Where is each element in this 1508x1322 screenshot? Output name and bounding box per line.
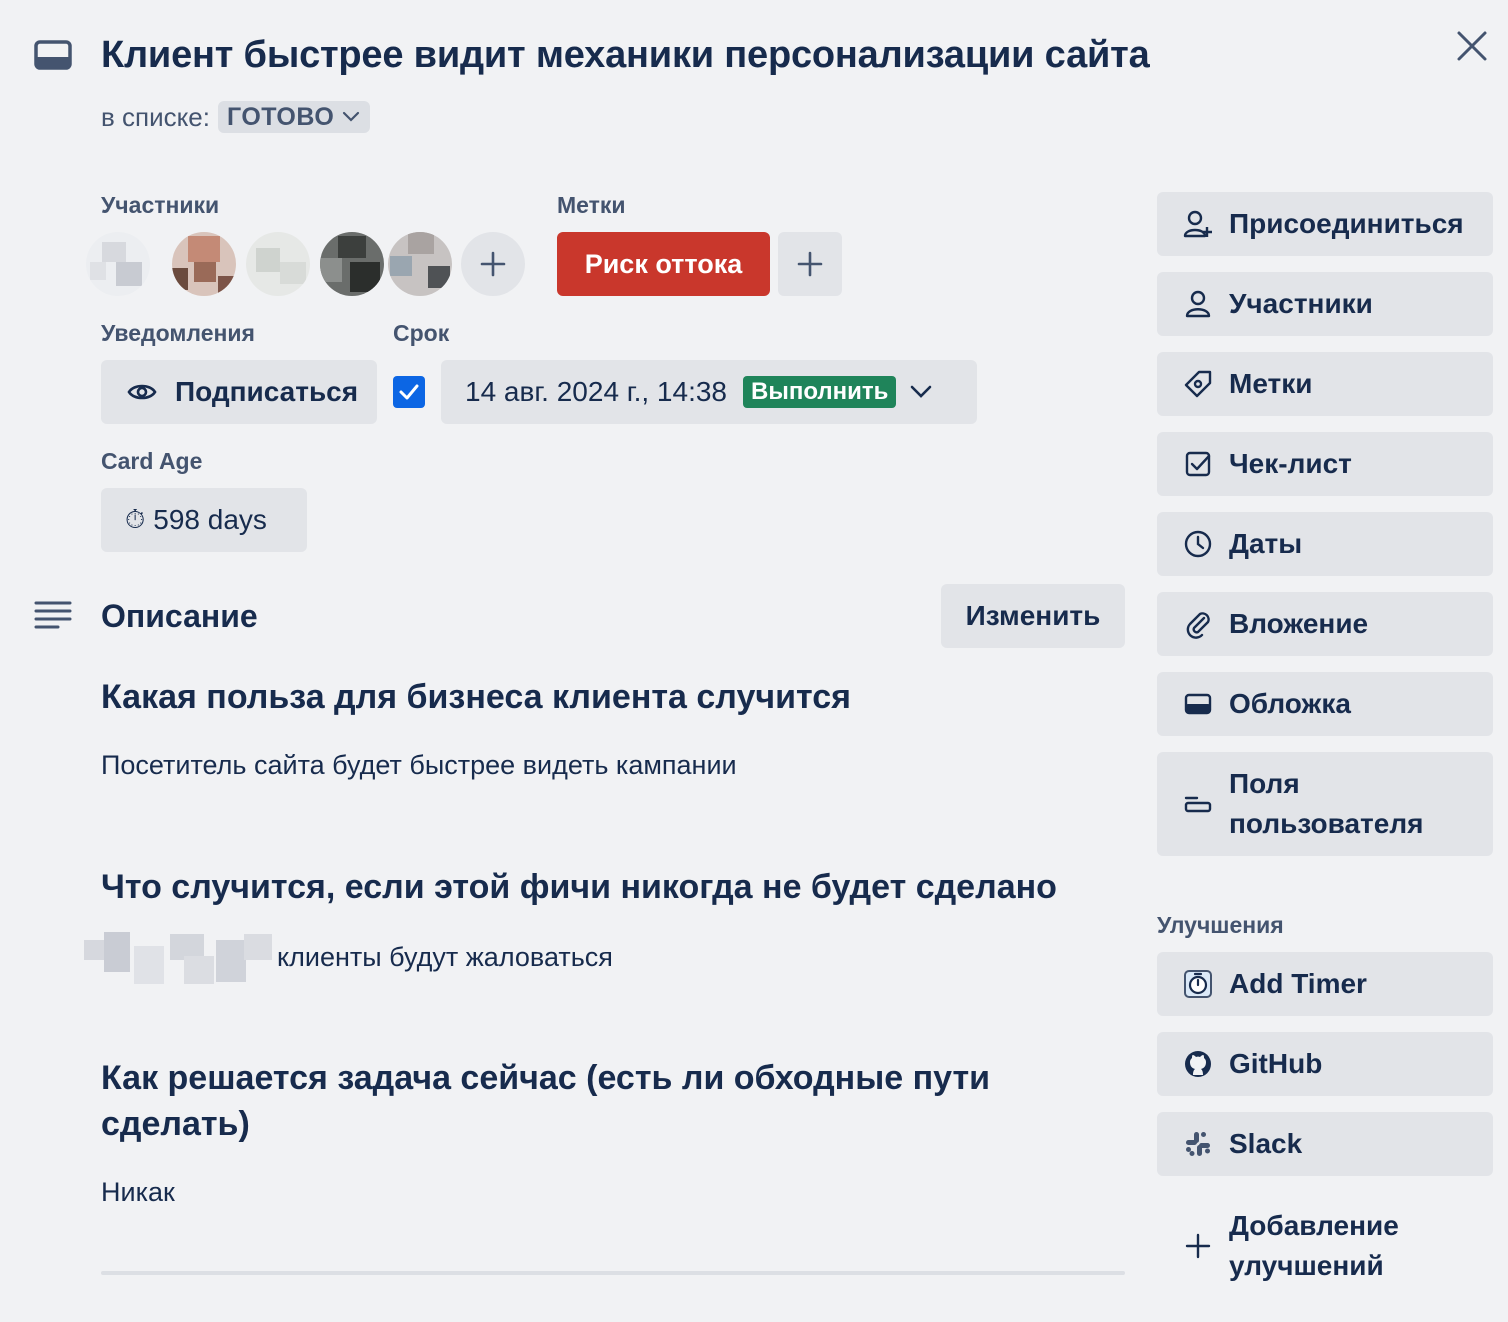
close-icon: [1457, 31, 1487, 61]
avatar[interactable]: [388, 232, 452, 296]
plus-icon: [797, 251, 823, 277]
check-icon: [399, 384, 419, 400]
person-icon: [1183, 289, 1213, 319]
cover-icon: [1183, 689, 1213, 719]
labels-label: Метки: [557, 192, 626, 218]
chevron-down-icon: [343, 111, 360, 122]
description-heading: Что случится, если этой фичи никогда не …: [101, 868, 1057, 906]
slack-button[interactable]: Slack: [1157, 1112, 1493, 1176]
card-age-value: 598 days: [153, 504, 267, 535]
edit-description-button[interactable]: Изменить: [941, 584, 1125, 648]
timer-icon: [1183, 969, 1213, 999]
description-heading: Какая польза для бизнеса клиента случитс…: [101, 678, 851, 716]
clock-icon: [1183, 529, 1213, 559]
add-label-button[interactable]: [778, 232, 842, 296]
stopwatch-icon: ⏱: [125, 504, 146, 534]
github-icon: [1183, 1049, 1213, 1079]
avatar[interactable]: [172, 232, 236, 296]
powerups-label: Улучшения: [1157, 912, 1284, 938]
watch-button[interactable]: Подписаться: [101, 360, 377, 424]
custom-fields-button[interactable]: Поля пользователя: [1157, 752, 1493, 856]
github-label: GitHub: [1229, 1048, 1323, 1079]
slack-icon: [1183, 1129, 1213, 1159]
add-powerups-button[interactable]: Добавление улучшений: [1157, 1204, 1493, 1288]
custom-fields-icon: [1183, 789, 1213, 819]
card-age-badge[interactable]: ⏱ 598 days: [101, 488, 307, 552]
list-prefix: в списке:: [101, 101, 210, 132]
checklist-button-label: Чек-лист: [1229, 448, 1352, 479]
github-button[interactable]: GitHub: [1157, 1032, 1493, 1096]
list-selector[interactable]: ГОТОВО: [218, 101, 371, 133]
labels-button[interactable]: Метки: [1157, 352, 1493, 416]
join-button[interactable]: Присоединиться: [1157, 192, 1493, 256]
add-person-icon: [1183, 209, 1213, 239]
chevron-down-icon: [911, 385, 932, 398]
cover-button[interactable]: Обложка: [1157, 672, 1493, 736]
close-button[interactable]: [1448, 22, 1496, 70]
plus-icon: [480, 251, 506, 277]
join-label: Присоединиться: [1229, 208, 1464, 239]
card-title: Клиент быстрее видит механики персонализ…: [101, 34, 1150, 76]
description-paragraph: Посетитель сайта будет быстрее видеть ка…: [101, 750, 737, 780]
card-icon: [34, 40, 72, 72]
card-age-label: Card Age: [101, 448, 203, 474]
due-complete-checkbox[interactable]: [393, 376, 425, 408]
description-title: Описание: [101, 598, 258, 634]
checklist-button[interactable]: Чек-лист: [1157, 432, 1493, 496]
due-date-button[interactable]: 14 авг. 2024 г., 14:38 Выполнить: [441, 360, 977, 424]
checklist-icon: [1183, 449, 1213, 479]
due-label: Срок: [393, 320, 450, 346]
add-timer-label: Add Timer: [1229, 968, 1367, 999]
list-info: в списке: ГОТОВО: [101, 101, 371, 133]
avatar[interactable]: [86, 232, 150, 296]
redacted-text: [84, 930, 274, 986]
watch-label: Подписаться: [175, 376, 359, 407]
add-member-button[interactable]: [461, 232, 525, 296]
members-button[interactable]: Участники: [1157, 272, 1493, 336]
attachment-button[interactable]: Вложение: [1157, 592, 1493, 656]
description-paragraph: клиенты будут жаловаться: [277, 942, 613, 972]
due-status-badge: Выполнить: [743, 376, 897, 408]
slack-label: Slack: [1229, 1128, 1303, 1159]
dates-button[interactable]: Даты: [1157, 512, 1493, 576]
members-label: Участники: [101, 192, 220, 218]
notifications-label: Уведомления: [101, 320, 255, 346]
cover-button-label: Обложка: [1229, 688, 1351, 719]
list-name: ГОТОВО: [227, 102, 335, 131]
add-powerups-label: Добавление улучшений: [1229, 1210, 1399, 1281]
due-date-text: 14 авг. 2024 г., 14:38: [465, 376, 727, 407]
avatar[interactable]: [320, 232, 384, 296]
paperclip-icon: [1183, 609, 1213, 639]
members-button-label: Участники: [1229, 288, 1373, 319]
custom-fields-button-label: Поля пользователя: [1229, 768, 1424, 839]
dates-button-label: Даты: [1229, 528, 1303, 559]
description-paragraph: Никак: [101, 1177, 175, 1207]
label-chip[interactable]: Риск оттока: [557, 232, 770, 296]
eye-icon: [127, 384, 157, 400]
tag-icon: [1183, 369, 1213, 399]
description-icon: [34, 600, 72, 632]
plus-icon: [1183, 1231, 1213, 1261]
member-avatars: [86, 228, 466, 304]
labels-button-label: Метки: [1229, 368, 1313, 399]
attachment-button-label: Вложение: [1229, 608, 1369, 639]
avatar[interactable]: [246, 232, 310, 296]
divider: [101, 1271, 1125, 1275]
add-timer-button[interactable]: Add Timer: [1157, 952, 1493, 1016]
description-heading: Как решается задача сейчас (есть ли обхо…: [101, 1059, 991, 1143]
